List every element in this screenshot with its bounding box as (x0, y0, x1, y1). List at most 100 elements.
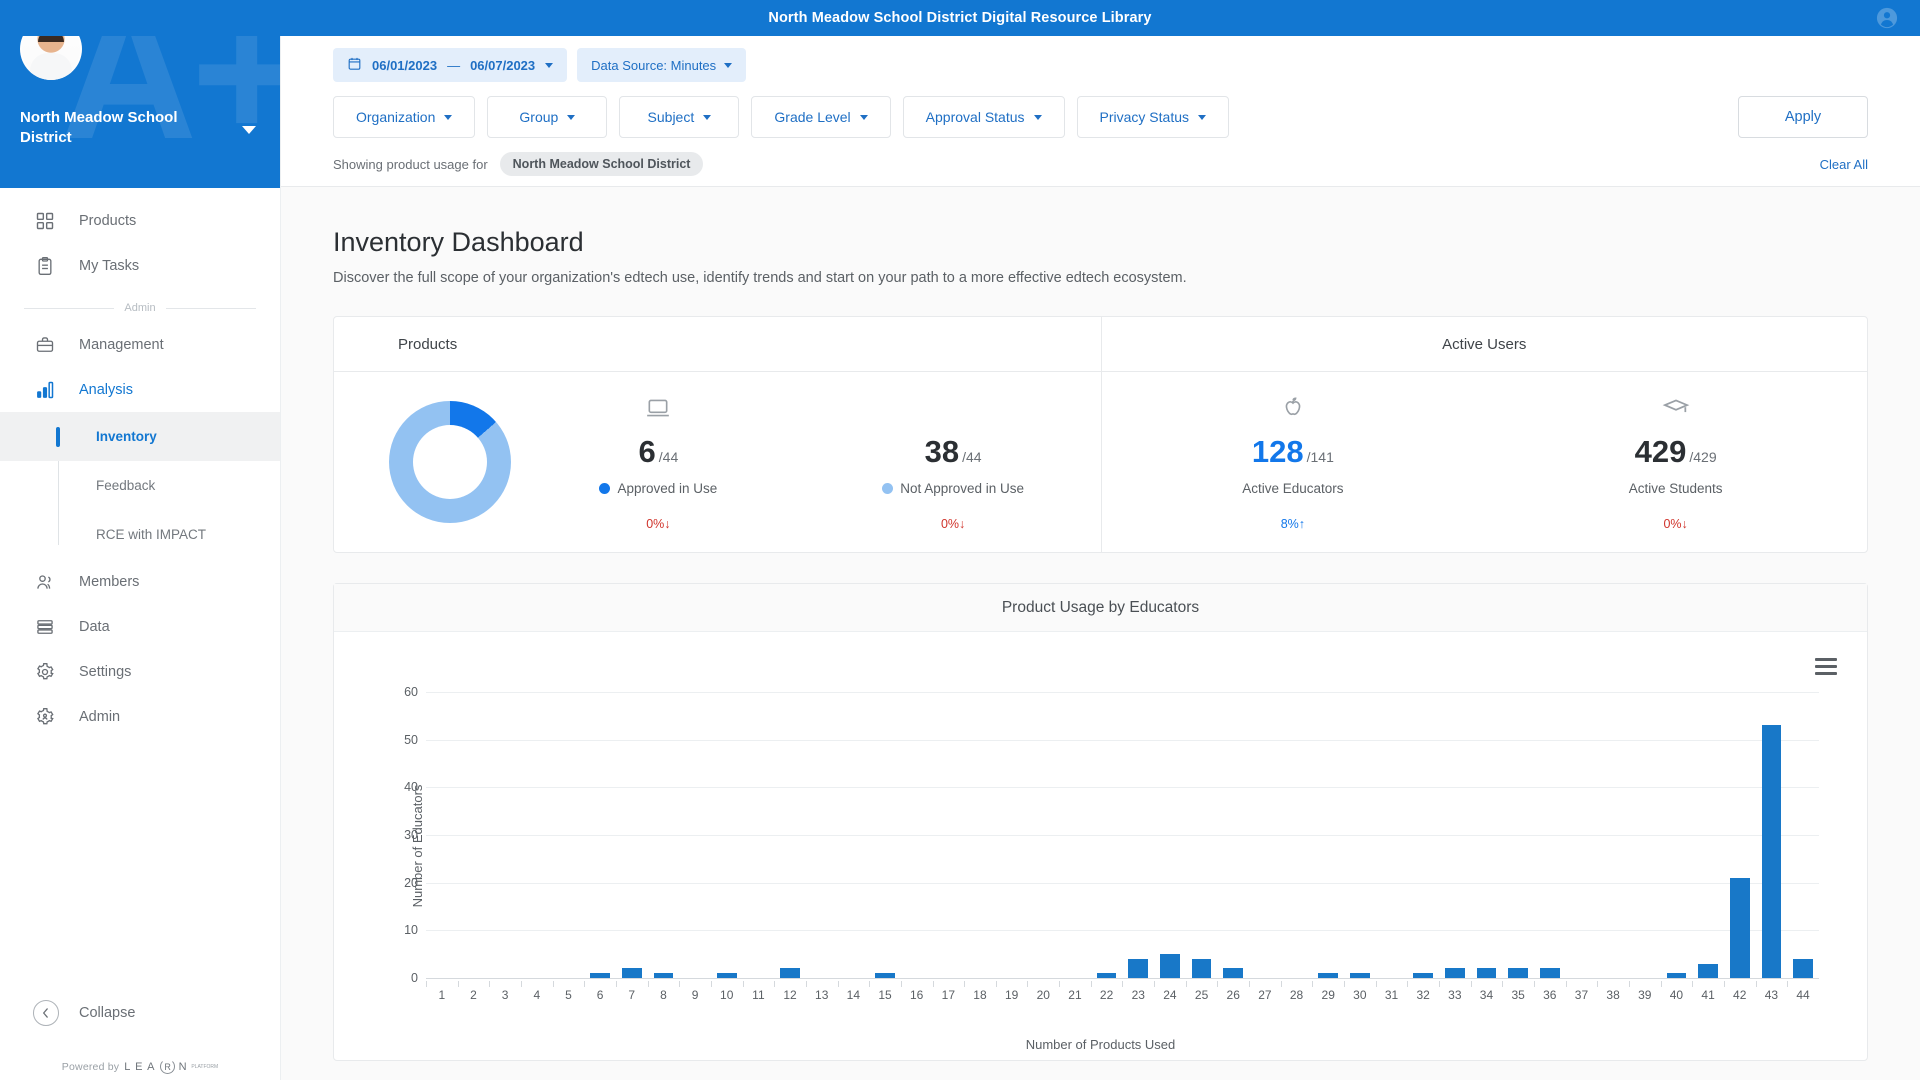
data-source-dropdown[interactable]: Data Source: Minutes (577, 48, 747, 82)
chart-bar-column[interactable] (1756, 668, 1788, 978)
sidebar-item-analysis[interactable]: Analysis (0, 367, 280, 412)
chart-bar[interactable] (1539, 968, 1560, 978)
chart-bar-column[interactable] (1091, 668, 1123, 978)
chart-bar[interactable] (1191, 958, 1212, 978)
chart-bar-column[interactable] (964, 668, 996, 978)
sidebar-item-my-tasks[interactable]: My Tasks (0, 243, 280, 288)
org-switcher-chevron-down-icon[interactable] (242, 126, 256, 134)
sidebar-item-products[interactable]: Products (0, 198, 280, 243)
chart-bar[interactable] (1445, 968, 1465, 978)
chart-bar[interactable] (716, 973, 737, 978)
chart-bar-column[interactable] (838, 668, 870, 978)
chart-bar-column[interactable] (1407, 668, 1439, 978)
chart-bar[interactable] (590, 973, 610, 978)
chart-bar[interactable] (653, 973, 674, 978)
chart-bar-column[interactable] (1344, 668, 1376, 978)
apply-filters-button[interactable]: Apply (1738, 96, 1868, 138)
chart-bar-column[interactable] (1471, 668, 1503, 978)
chart-bar-column[interactable] (901, 668, 933, 978)
chart-bar[interactable] (1698, 963, 1718, 978)
sidebar-item-data[interactable]: Data (0, 604, 280, 649)
chart-bar[interactable] (1128, 958, 1149, 978)
chart-bar[interactable] (780, 968, 800, 978)
chart-bar-column[interactable] (458, 668, 490, 978)
chart-bar[interactable] (1318, 973, 1339, 978)
chart-x-tick-label: 37 (1565, 981, 1598, 1002)
filter-grade-level-button[interactable]: Grade Level (751, 96, 891, 138)
sidebar-item-inventory[interactable]: Inventory (0, 412, 280, 461)
account-circle-icon[interactable] (1876, 7, 1898, 29)
chart-bar-column[interactable] (1312, 668, 1344, 978)
chart-bar-column[interactable] (521, 668, 553, 978)
chart-bar-column[interactable] (1154, 668, 1186, 978)
chart-bar-column[interactable] (774, 668, 806, 978)
chart-bar-column[interactable] (1661, 668, 1693, 978)
filter-privacy-status-button[interactable]: Privacy Status (1076, 96, 1229, 138)
chart-bar-column[interactable] (426, 668, 458, 978)
chart-bar-column[interactable] (996, 668, 1028, 978)
chart-bar[interactable] (621, 968, 642, 978)
chart-bar[interactable] (1476, 968, 1497, 978)
chart-bar-column[interactable] (869, 668, 901, 978)
chart-bar-column[interactable] (553, 668, 585, 978)
chart-bar-column[interactable] (1692, 668, 1724, 978)
chart-bar-column[interactable] (1502, 668, 1534, 978)
chart-bar-column[interactable] (584, 668, 616, 978)
sidebar-item-settings[interactable]: Settings (0, 649, 280, 694)
chart-bar-column[interactable] (1566, 668, 1598, 978)
filter-subject-button[interactable]: Subject (619, 96, 740, 138)
chart-bar-column[interactable] (1597, 668, 1629, 978)
chart-bar-column[interactable] (1787, 668, 1819, 978)
collapse-sidebar-button[interactable]: Collapse (0, 989, 280, 1037)
chart-bar[interactable] (1793, 958, 1813, 978)
chart-bar-column[interactable] (679, 668, 711, 978)
chart-bar-column[interactable] (1059, 668, 1091, 978)
chart-bar-column[interactable] (1439, 668, 1471, 978)
chart-bar-column[interactable] (1122, 668, 1154, 978)
chart-bar-column[interactable] (648, 668, 680, 978)
chart-bar[interactable] (1223, 968, 1244, 978)
chart-bar-column[interactable] (1724, 668, 1756, 978)
sidebar-item-members[interactable]: Members (0, 559, 280, 604)
calendar-icon (347, 56, 362, 74)
sidebar-item-rce-with-impact[interactable]: RCE with IMPACT (0, 510, 280, 559)
chart-bar[interactable] (1350, 973, 1370, 978)
chart-bar[interactable] (1413, 973, 1433, 978)
filter-group-button[interactable]: Group (487, 96, 608, 138)
chart-bar-column[interactable] (1027, 668, 1059, 978)
chart-x-tick-label: 1 (426, 981, 458, 1002)
filter-organization-button[interactable]: Organization (333, 96, 476, 138)
chart-bar-column[interactable] (711, 668, 743, 978)
clear-all-button[interactable]: Clear All (1820, 157, 1868, 172)
chart-bar[interactable] (1160, 954, 1180, 978)
chart-y-tick-label: 40 (404, 780, 418, 795)
filter-approval-status-button[interactable]: Approval Status (902, 96, 1065, 138)
chart-bar[interactable] (1096, 973, 1117, 978)
chart-bar-column[interactable] (1281, 668, 1313, 978)
sidebar-item-admin[interactable]: Admin (0, 694, 280, 739)
chevron-down-icon (724, 62, 733, 68)
chart-bar[interactable] (1761, 725, 1782, 978)
chart-bar[interactable] (1508, 968, 1528, 978)
chart-bar-column[interactable] (1249, 668, 1281, 978)
sidebar-item-feedback[interactable]: Feedback (0, 461, 280, 510)
chart-bar-column[interactable] (1217, 668, 1249, 978)
chart-bar-column[interactable] (1376, 668, 1408, 978)
chart-bar[interactable] (875, 973, 895, 978)
chart-bar-column[interactable] (616, 668, 648, 978)
chart-x-tick-label: 31 (1375, 981, 1408, 1002)
chart-bar-column[interactable] (489, 668, 521, 978)
chart-bar-column[interactable] (1186, 668, 1218, 978)
chart-bar-column[interactable] (806, 668, 838, 978)
chart-bar-column[interactable] (1534, 668, 1566, 978)
chart-y-tick-label: 10 (404, 923, 418, 938)
sidebar-item-management[interactable]: Management (0, 322, 280, 367)
date-range-picker[interactable]: 06/01/2023 — 06/07/2023 (333, 48, 568, 82)
chart-bar[interactable] (1729, 877, 1750, 978)
chart-bar-column[interactable] (743, 668, 775, 978)
chart-bar[interactable] (1666, 973, 1687, 978)
chart-x-tick-label: 35 (1502, 981, 1534, 1002)
chart-bar-column[interactable] (933, 668, 965, 978)
chart-bar-column[interactable] (1629, 668, 1661, 978)
active-filter-chip[interactable]: North Meadow School District (499, 152, 704, 176)
